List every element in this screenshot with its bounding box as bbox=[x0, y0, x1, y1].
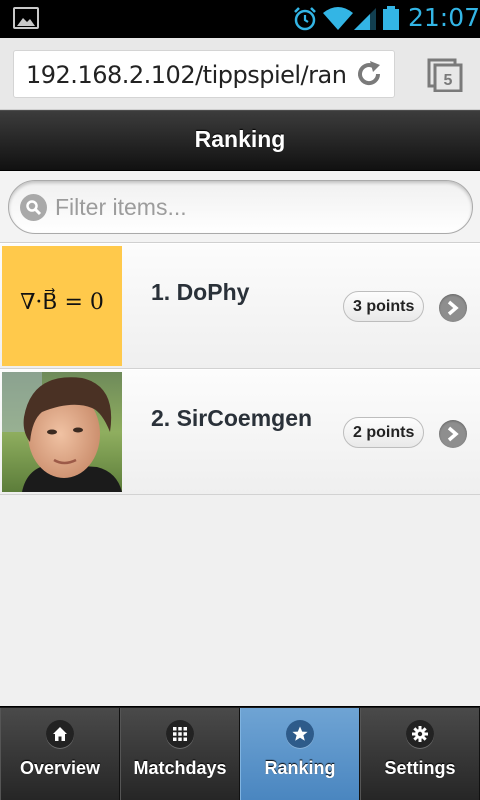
home-icon bbox=[46, 720, 74, 748]
points-badge: 2 points bbox=[343, 417, 425, 448]
chevron-right-icon bbox=[439, 294, 467, 322]
tab-label: Settings bbox=[384, 758, 456, 778]
image-notification-icon bbox=[13, 7, 39, 29]
url-field[interactable]: 192.168.2.102/tippspiel/rankin bbox=[13, 50, 395, 98]
wifi-icon bbox=[323, 7, 353, 30]
chevron-right-icon bbox=[439, 420, 467, 448]
tab-settings[interactable]: Settings bbox=[360, 708, 480, 800]
tab-overview[interactable]: Overview bbox=[0, 708, 120, 800]
page-title: Ranking bbox=[194, 126, 286, 152]
grid-icon bbox=[166, 720, 194, 748]
reload-icon[interactable] bbox=[354, 59, 384, 89]
tab-matchdays[interactable]: Matchdays bbox=[120, 708, 240, 800]
profile-photo bbox=[2, 372, 122, 492]
tab-count: 5 bbox=[444, 72, 453, 89]
tabs-icon: 5 bbox=[427, 58, 463, 93]
filter-field[interactable] bbox=[8, 180, 473, 234]
list-item[interactable]: 2. SirCoemgen 2 points bbox=[0, 369, 480, 495]
tab-ranking[interactable]: Ranking bbox=[240, 708, 360, 800]
avatar bbox=[2, 372, 122, 492]
signal-icon bbox=[354, 8, 376, 30]
search-icon bbox=[20, 194, 47, 221]
ranking-list: ∇·B⃗ = 0 1. DoPhy 3 points 2. SirCoemgen… bbox=[0, 243, 480, 495]
tab-label: Matchdays bbox=[133, 758, 227, 778]
tabs-button[interactable]: 5 bbox=[427, 58, 463, 93]
avatar-formula: ∇·B⃗ = 0 bbox=[20, 290, 104, 315]
gear-icon bbox=[406, 720, 434, 748]
url-text[interactable]: 192.168.2.102/tippspiel/rankin bbox=[26, 61, 346, 89]
page-header: Ranking bbox=[0, 110, 480, 171]
star-icon bbox=[286, 720, 314, 748]
filter-input[interactable] bbox=[55, 190, 455, 224]
player-name: 2. SirCoemgen bbox=[151, 405, 313, 431]
filter-bar bbox=[0, 171, 480, 243]
battery-icon bbox=[383, 6, 399, 30]
clock: 21:07 bbox=[408, 3, 480, 32]
list-item[interactable]: ∇·B⃗ = 0 1. DoPhy 3 points bbox=[0, 243, 480, 369]
alarm-icon bbox=[294, 7, 316, 31]
tab-label: Ranking bbox=[264, 758, 336, 778]
points-badge: 3 points bbox=[343, 291, 425, 322]
browser-toolbar: 192.168.2.102/tippspiel/rankin 5 bbox=[0, 38, 480, 110]
bottom-navbar: Overview Matchdays Ranking Settings bbox=[0, 706, 480, 800]
avatar: ∇·B⃗ = 0 bbox=[2, 246, 122, 366]
tab-label: Overview bbox=[19, 758, 101, 778]
status-bar: 21:07 bbox=[0, 0, 480, 38]
player-name: 1. DoPhy bbox=[151, 279, 250, 305]
